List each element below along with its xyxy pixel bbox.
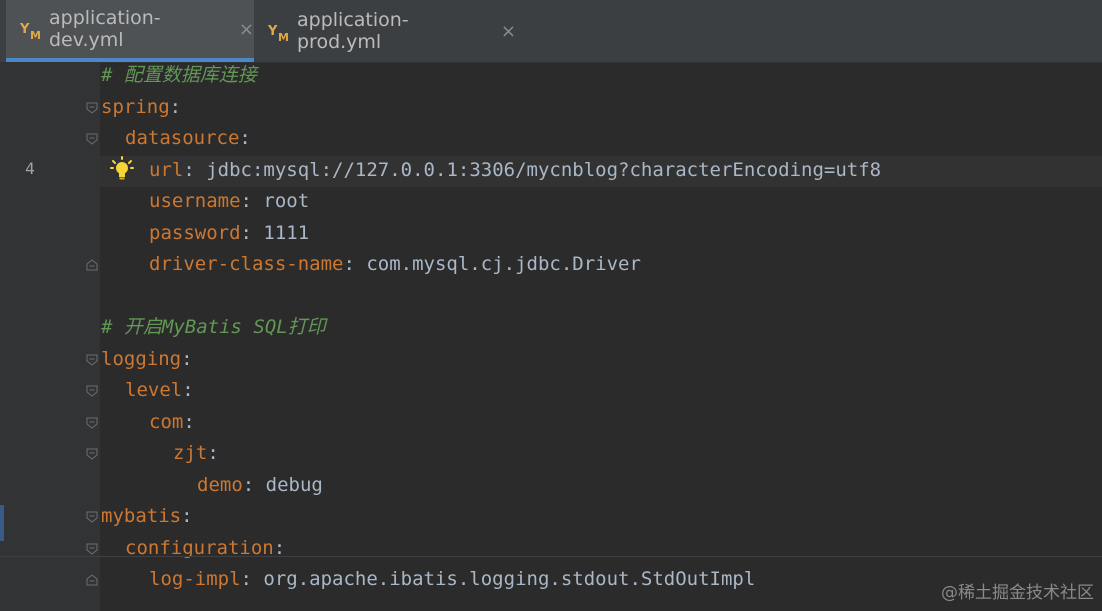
svg-text:ML: ML xyxy=(30,29,42,40)
yaml-file-icon: Y ML xyxy=(267,20,296,44)
fold-end-marker-icon[interactable] xyxy=(86,259,98,271)
code-line: log-impl: org.apache.ibatis.logging.stdo… xyxy=(149,564,755,595)
yaml-colon: : xyxy=(239,127,251,149)
yaml-key: driver-class-name xyxy=(149,253,344,275)
code-line: demo: debug xyxy=(197,470,323,501)
yaml-value: root xyxy=(251,190,310,212)
fold-marker-icon[interactable] xyxy=(86,448,98,460)
fold-marker-icon[interactable] xyxy=(86,417,98,429)
line-number-gutter xyxy=(0,63,100,611)
svg-text:Y: Y xyxy=(268,24,278,39)
code-line: password: 1111 xyxy=(149,218,309,249)
fold-end-marker-icon[interactable] xyxy=(86,574,98,586)
yaml-value: 1111 xyxy=(251,221,310,244)
code-line: level: xyxy=(125,375,194,406)
watermark: @稀土掘金技术社区 xyxy=(941,583,1094,603)
code-line: mybatis: xyxy=(101,501,193,532)
yaml-colon: : xyxy=(181,347,193,370)
code-line: logging: xyxy=(101,344,193,375)
yaml-key: url xyxy=(149,158,184,181)
yaml-colon: : xyxy=(207,442,219,464)
yaml-comment: # 配置数据库连接 xyxy=(101,64,257,86)
code-line: datasource: xyxy=(125,123,251,154)
yaml-value: debug xyxy=(254,473,323,496)
yaml-colon: : xyxy=(242,473,255,496)
fold-marker-icon[interactable] xyxy=(86,102,98,114)
editor-divider xyxy=(0,556,1102,557)
yaml-colon: : xyxy=(183,410,195,433)
yaml-colon: : xyxy=(183,158,195,181)
close-icon[interactable]: × xyxy=(239,19,254,40)
yaml-comment: # 开启MyBatis SQL打印 xyxy=(101,316,326,338)
tab-label: application-prod.yml xyxy=(297,9,409,53)
tab-application-dev[interactable]: Y ML application-dev.yml × xyxy=(6,0,254,62)
tab-label: application-dev.yml xyxy=(49,7,161,51)
code-line: com: xyxy=(149,407,195,438)
yaml-key: username xyxy=(149,190,241,212)
code-line: configuration: xyxy=(125,533,285,564)
code-line: zjt: xyxy=(173,438,219,469)
yaml-file-icon: Y ML xyxy=(19,18,48,42)
yaml-key: datasource xyxy=(125,127,240,149)
lightbulb-icon[interactable] xyxy=(110,156,134,182)
yaml-value: com.mysql.cj.jdbc.Driver xyxy=(354,253,641,275)
yaml-key: logging xyxy=(101,347,182,370)
yaml-value: org.apache.ibatis.logging.stdout.StdOutI… xyxy=(251,568,756,590)
line-number: 4 xyxy=(25,158,35,178)
yaml-colon: : xyxy=(169,95,182,118)
yaml-key: zjt xyxy=(173,442,208,464)
change-marker xyxy=(0,505,4,541)
yaml-key: com xyxy=(149,410,184,433)
yaml-colon: : xyxy=(240,190,252,212)
fold-marker-icon[interactable] xyxy=(86,511,98,523)
yaml-key: spring xyxy=(101,95,170,118)
fold-marker-icon[interactable] xyxy=(86,133,98,145)
code-line: spring: xyxy=(101,92,181,123)
fold-marker-icon[interactable] xyxy=(86,385,98,397)
tab-application-prod[interactable]: Y ML application-prod.yml × xyxy=(256,0,516,62)
yaml-colon: : xyxy=(240,568,252,590)
editor-tab-bar: Y ML application-dev.yml × Y ML applicat… xyxy=(0,0,1102,63)
fold-marker-icon[interactable] xyxy=(86,543,98,555)
yaml-key: password xyxy=(149,221,241,244)
svg-text:Y: Y xyxy=(20,22,30,37)
code-line: username: root xyxy=(149,186,309,217)
code-line: url: jdbc:mysql://127.0.0.1:3306/mycnblo… xyxy=(149,155,881,186)
yaml-colon: : xyxy=(181,505,193,527)
yaml-colon: : xyxy=(182,379,194,401)
yaml-key: mybatis xyxy=(101,505,182,527)
yaml-key: level xyxy=(125,379,183,401)
yaml-key: log-impl xyxy=(149,568,241,590)
yaml-value: jdbc:mysql://127.0.0.1:3306/mycnblog?cha… xyxy=(194,158,882,181)
fold-marker-icon[interactable] xyxy=(86,354,98,366)
yaml-colon: : xyxy=(343,253,355,275)
code-line: # 配置数据库连接 xyxy=(101,60,257,91)
close-icon[interactable]: × xyxy=(501,21,516,42)
yaml-key: demo xyxy=(197,473,243,496)
code-line: # 开启MyBatis SQL打印 xyxy=(101,312,326,343)
svg-text:ML: ML xyxy=(278,31,290,42)
code-line: driver-class-name: com.mysql.cj.jdbc.Dri… xyxy=(149,249,641,280)
yaml-colon: : xyxy=(240,221,252,244)
